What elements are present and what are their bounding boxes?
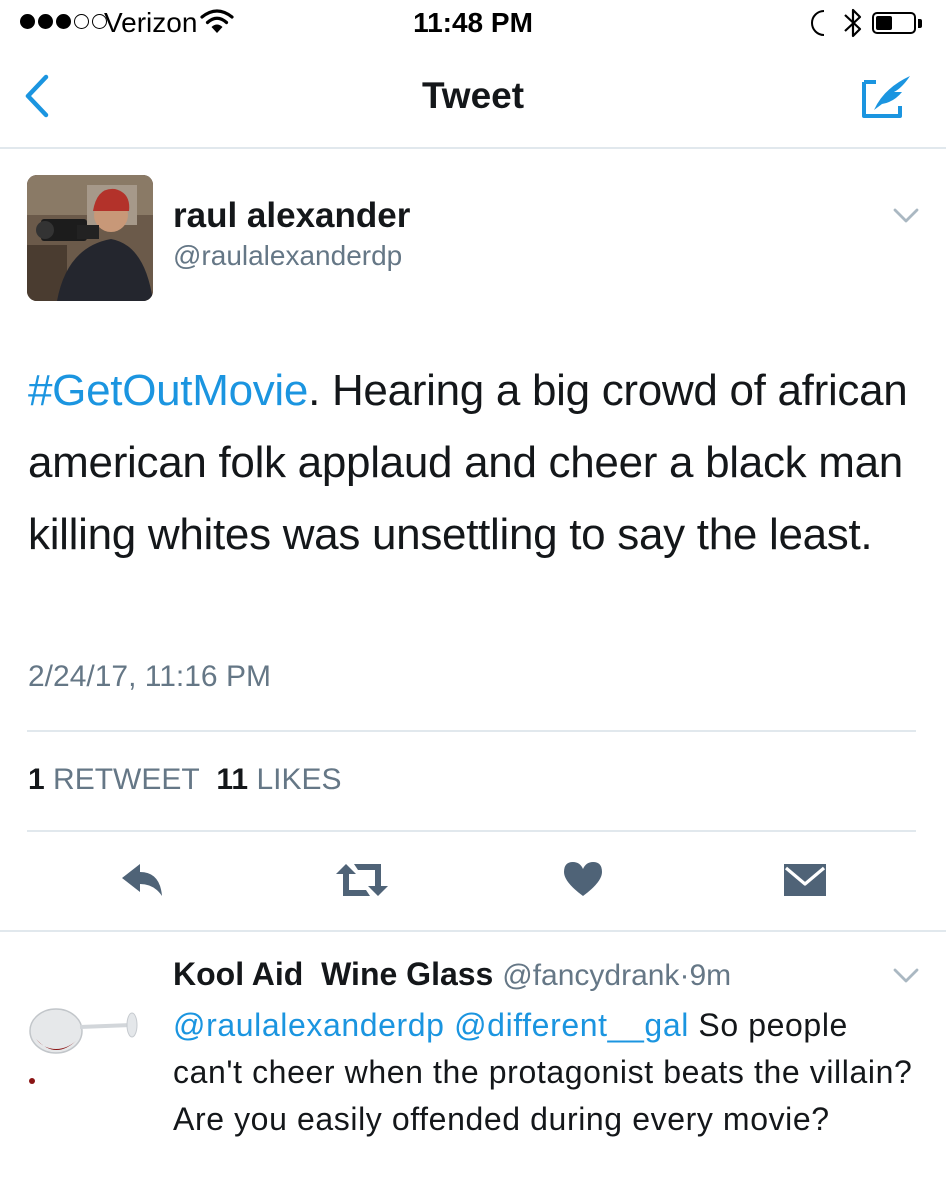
divider (0, 930, 946, 932)
heart-icon[interactable] (562, 858, 604, 902)
moon-icon (811, 10, 825, 36)
retweet-stat[interactable]: 1 RETWEET (28, 763, 200, 796)
like-stat[interactable]: 11 LIKES (216, 763, 341, 796)
page-title: Tweet (421, 75, 525, 116)
mention-link[interactable]: @different__gal (454, 1007, 689, 1043)
direct-message-icon[interactable] (782, 858, 828, 902)
reply-separator: · (679, 959, 690, 992)
divider (27, 730, 916, 732)
mention-link[interactable]: @raulalexanderdp (173, 1007, 445, 1043)
like-label: LIKES (256, 763, 342, 796)
retweet-icon[interactable] (334, 858, 390, 902)
chevron-down-icon[interactable] (892, 206, 920, 226)
tweet-stats: 1 RETWEET 11 LIKES (28, 763, 342, 797)
reply-avatar[interactable] (22, 963, 152, 1093)
chevron-down-icon[interactable] (892, 966, 920, 986)
compose-icon[interactable] (860, 72, 916, 122)
reply-age: 9m (689, 959, 732, 992)
user-display-name[interactable]: raul alexander (173, 196, 410, 236)
like-count: 11 (216, 763, 249, 796)
reply-handle[interactable]: @fancydrank (502, 959, 679, 992)
status-time: 11:48 PM (413, 7, 533, 38)
user-handle[interactable]: @raulalexanderdp (173, 240, 402, 272)
status-bar: Verizon 11:48 PM (0, 0, 946, 46)
retweet-count: 1 (28, 763, 45, 796)
divider (27, 830, 916, 832)
reply-header: Kool Aid Wine Glass @fancydrank·9m (173, 956, 731, 993)
reply-display-name[interactable]: Kool Aid Wine Glass (173, 956, 493, 992)
battery-icon (872, 12, 916, 34)
battery-tip (918, 19, 922, 28)
tweet-text: #GetOutMovie. Hearing a big crowd of afr… (28, 355, 928, 571)
bluetooth-icon (844, 8, 862, 38)
reply-icon[interactable] (120, 858, 166, 902)
nav-divider (0, 147, 946, 149)
hashtag-link[interactable]: #GetOutMovie (28, 366, 308, 415)
reply-text: @raulalexanderdp @different__gal So peop… (173, 1002, 913, 1143)
retweet-label: RETWEET (53, 763, 200, 796)
avatar[interactable] (27, 175, 153, 301)
tweet-timestamp: 2/24/17, 11:16 PM (28, 660, 271, 693)
